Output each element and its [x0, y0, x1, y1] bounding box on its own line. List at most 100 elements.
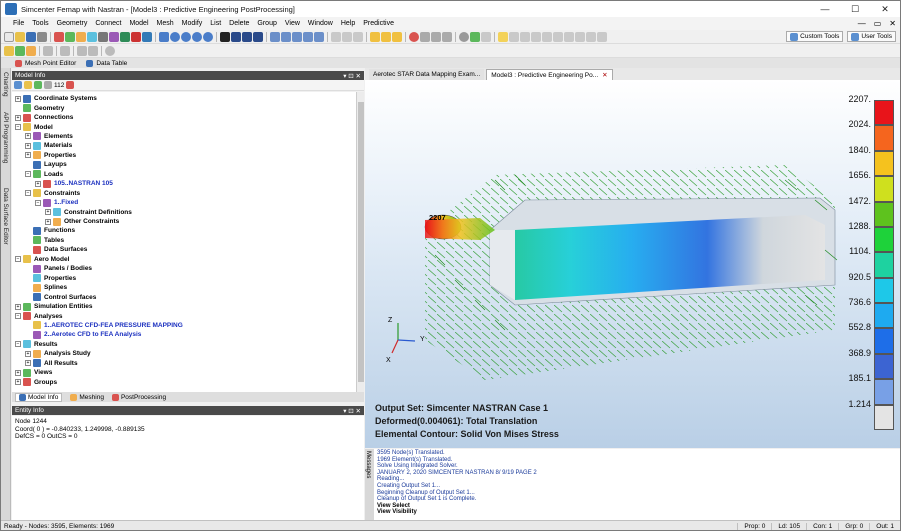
tree-item[interactable]: Splines: [25, 283, 67, 292]
animation-icon[interactable]: [420, 31, 430, 42]
mdi-restore-button[interactable]: ▭: [870, 19, 886, 28]
tab-mesh-point-editor[interactable]: Mesh Point Editor: [15, 59, 76, 67]
view-style-icon[interactable]: [342, 31, 352, 42]
tree-item[interactable]: + Simulation Entities: [15, 302, 93, 311]
entity-display-icon[interactable]: [520, 31, 530, 42]
post-tool-icon[interactable]: [120, 31, 130, 42]
tree-folder-icon[interactable]: [24, 81, 32, 89]
layer-icon[interactable]: [15, 45, 25, 56]
select-icon[interactable]: [331, 31, 341, 42]
layers-icon[interactable]: [542, 31, 552, 42]
render-icon[interactable]: [353, 31, 363, 42]
labels-icon[interactable]: [564, 31, 574, 42]
pin-icon[interactable]: ▾ ⊡ ✕: [343, 407, 364, 415]
view-left-icon[interactable]: [170, 31, 180, 42]
menu-connect[interactable]: Connect: [91, 20, 125, 27]
zoom-out-icon[interactable]: [281, 31, 291, 42]
filter-icon[interactable]: [575, 31, 585, 42]
menu-view[interactable]: View: [281, 20, 304, 27]
magnify-icon[interactable]: [242, 31, 252, 42]
menu-help[interactable]: Help: [337, 20, 359, 27]
solve-tool-icon[interactable]: [98, 31, 108, 42]
freebody-icon[interactable]: [431, 31, 441, 42]
menu-mesh[interactable]: Mesh: [153, 20, 178, 27]
show-when-selected-icon[interactable]: [509, 31, 519, 42]
tree-item[interactable]: + Analysis Study: [25, 349, 91, 358]
scroll-thumb[interactable]: [358, 102, 364, 382]
highlight-icon[interactable]: [498, 31, 508, 42]
contour-tool-icon[interactable]: [131, 31, 141, 42]
group-folder-icon[interactable]: [4, 45, 14, 56]
tree-expander-icon[interactable]: −: [15, 341, 21, 348]
new-file-icon[interactable]: [4, 31, 14, 42]
side-tab-api-programming[interactable]: API Programming: [2, 112, 9, 163]
tree-item[interactable]: − Aero Model: [15, 255, 69, 264]
tree-expander-icon[interactable]: +: [15, 379, 21, 386]
menu-tools[interactable]: Tools: [28, 20, 52, 27]
open-folder-icon[interactable]: [15, 31, 25, 42]
tree-item[interactable]: − Results: [15, 340, 57, 349]
tree-item[interactable]: + All Results: [25, 359, 78, 368]
workplane-icon[interactable]: [370, 31, 380, 42]
side-tab-charting[interactable]: Charting: [2, 72, 9, 97]
table-icon[interactable]: [60, 45, 70, 56]
circle-tool-icon[interactable]: [459, 31, 469, 42]
geometry-tool-icon[interactable]: [54, 31, 64, 42]
menu-modify[interactable]: Modify: [178, 20, 207, 27]
side-tab-data-surface-editor[interactable]: Data Surface Editor: [2, 188, 9, 245]
tree-expander-icon[interactable]: −: [15, 256, 21, 263]
custom-tools-button[interactable]: Custom Tools: [786, 31, 844, 42]
tree-options-icon[interactable]: [66, 81, 75, 89]
close-icon[interactable]: ✕: [602, 71, 607, 79]
tab-postprocessing[interactable]: PostProcessing: [111, 393, 166, 401]
tree-item[interactable]: − Model: [15, 122, 53, 132]
tree-expander-icon[interactable]: +: [25, 360, 31, 367]
tree-item[interactable]: Tables: [25, 236, 64, 245]
menu-predictive[interactable]: Predictive: [359, 20, 398, 27]
tree-expander-icon[interactable]: −: [25, 171, 31, 178]
menu-file[interactable]: File: [9, 20, 28, 27]
tree-expander-icon[interactable]: +: [15, 95, 21, 102]
tree-item[interactable]: + Materials: [25, 141, 72, 150]
tree-expander-icon[interactable]: +: [45, 209, 51, 216]
tree-expander-icon[interactable]: +: [25, 152, 31, 159]
tree-expander-icon[interactable]: −: [15, 124, 21, 131]
restore-button[interactable]: ☐: [840, 1, 870, 17]
measure-icon[interactable]: [481, 31, 491, 42]
regenerate-icon[interactable]: [314, 31, 324, 42]
tree-item[interactable]: + Constraint Definitions: [45, 207, 132, 217]
menu-model[interactable]: Model: [125, 20, 152, 27]
tree-scrollbar[interactable]: [356, 92, 364, 392]
tree-item[interactable]: 2..Aerotec CFD to FEA Analysis: [25, 330, 141, 339]
view-right-icon[interactable]: [181, 31, 191, 42]
graphics-viewport[interactable]: 2207 Z Y X Output Set: Simcenter NASTRAN…: [365, 80, 900, 448]
analysis-tool-icon[interactable]: [109, 31, 119, 42]
tree-refresh-icon[interactable]: [14, 81, 22, 89]
minimize-button[interactable]: —: [810, 1, 840, 17]
tree-collapse-icon[interactable]: [44, 81, 52, 89]
window-icon[interactable]: [77, 45, 87, 56]
tree-expander-icon[interactable]: +: [35, 180, 41, 187]
tree-expander-icon[interactable]: +: [45, 218, 51, 225]
tree-expander-icon[interactable]: +: [15, 303, 21, 310]
pin-icon[interactable]: ▾ ⊡ ✕: [343, 72, 364, 80]
tree-item[interactable]: + Elements: [25, 132, 73, 141]
tree-expander-icon[interactable]: −: [25, 190, 31, 197]
section-cut-icon[interactable]: [442, 31, 452, 42]
autoscale-icon[interactable]: [253, 31, 263, 42]
tree-item[interactable]: Control Surfaces: [25, 292, 96, 302]
mdi-close-button[interactable]: ✕: [885, 19, 900, 28]
pan-icon[interactable]: [220, 31, 230, 42]
tree-item[interactable]: + Connections: [15, 113, 73, 122]
tree-expander-icon[interactable]: +: [15, 369, 21, 376]
tree-item[interactable]: + Other Constraints: [45, 217, 119, 226]
tab-model3-view[interactable]: Model3 : Predictive Engineering Po... ✕: [486, 69, 613, 80]
check-icon[interactable]: [470, 31, 480, 42]
draw-erase-icon[interactable]: [586, 31, 596, 42]
tree-expander-icon[interactable]: +: [15, 114, 21, 121]
tree-item[interactable]: Layups: [25, 160, 67, 169]
deform-tool-icon[interactable]: [142, 31, 152, 42]
snap-icon[interactable]: [381, 31, 391, 42]
tree-item[interactable]: Panels / Bodies: [25, 264, 92, 273]
pencil-icon[interactable]: [26, 45, 36, 56]
